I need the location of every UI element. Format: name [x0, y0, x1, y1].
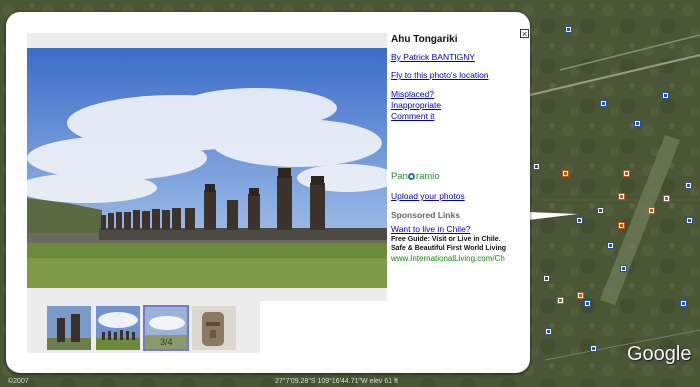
status-bar: ©2007 27°7'09.28"S 109°16'44.71"W elev 6… [0, 377, 700, 387]
balloon-pointer [528, 212, 578, 220]
panoramio-logo[interactable]: Pan ramio [391, 171, 440, 182]
thumbnail[interactable] [96, 306, 140, 350]
photo-marker[interactable] [685, 182, 692, 189]
ad-text-line: Safe & Beautiful First World Living [391, 245, 506, 252]
thumbnail-selected[interactable]: 3/4 [143, 305, 189, 351]
photo-marker[interactable] [545, 328, 552, 335]
ad-text-line: Free Guide: Visit or Live in Chile. [391, 236, 501, 243]
photo-marker[interactable] [607, 242, 614, 249]
ad-url[interactable]: www.InternationalLiving.com/Ch [391, 254, 505, 263]
panoramio-o-icon [408, 173, 416, 180]
photo-marker[interactable] [543, 275, 550, 282]
photo-marker[interactable] [680, 300, 687, 307]
photo-marker[interactable] [662, 92, 669, 99]
photo-marker[interactable] [618, 193, 625, 200]
copyright-text: ©2007 [8, 378, 29, 385]
ad-title-link[interactable]: Want to live in Chile? [391, 224, 471, 234]
photo-marker[interactable] [590, 345, 597, 352]
photo-marker[interactable] [565, 26, 572, 33]
photo-marker[interactable] [577, 292, 584, 299]
photo-marker[interactable] [557, 297, 564, 304]
misplaced-link[interactable]: Misplaced? [391, 89, 434, 99]
photo-marker[interactable] [663, 195, 670, 202]
thumbnail-strip: 3/4 [27, 301, 260, 353]
inappropriate-link[interactable]: Inappropriate [391, 100, 441, 110]
photo-frame [27, 33, 387, 301]
thumbnail-counter: 3/4 [160, 337, 173, 347]
google-logo: Google [627, 343, 692, 365]
photo-marker[interactable] [618, 222, 625, 229]
photo-title: Ahu Tongariki [391, 34, 458, 45]
comment-link[interactable]: Comment it [391, 111, 434, 121]
photo-marker[interactable] [584, 300, 591, 307]
sponsored-heading: Sponsored Links [391, 210, 460, 220]
photo-marker[interactable] [620, 265, 627, 272]
upload-photos-link[interactable]: Upload your photos [391, 191, 465, 201]
photo-marker[interactable] [634, 120, 641, 127]
photo-marker[interactable] [533, 163, 540, 170]
photo-marker[interactable] [597, 207, 604, 214]
close-button[interactable]: × [520, 29, 529, 39]
photo-marker[interactable] [686, 217, 693, 224]
photo-marker[interactable] [600, 100, 607, 107]
photo-marker[interactable] [562, 170, 569, 177]
close-icon: × [521, 29, 528, 39]
main-photo[interactable] [27, 48, 387, 288]
photo-marker[interactable] [648, 207, 655, 214]
thumbnail[interactable] [192, 306, 236, 350]
photo-marker[interactable] [623, 170, 630, 177]
fly-to-location-link[interactable]: Fly to this photo's location [391, 70, 489, 80]
author-link[interactable]: By Patrick BANTIGNY [391, 52, 475, 62]
thumbnail[interactable] [47, 306, 91, 350]
coordinates-readout: 27°7'09.28"S 109°16'44.71"W elev 61 ft [275, 378, 398, 385]
